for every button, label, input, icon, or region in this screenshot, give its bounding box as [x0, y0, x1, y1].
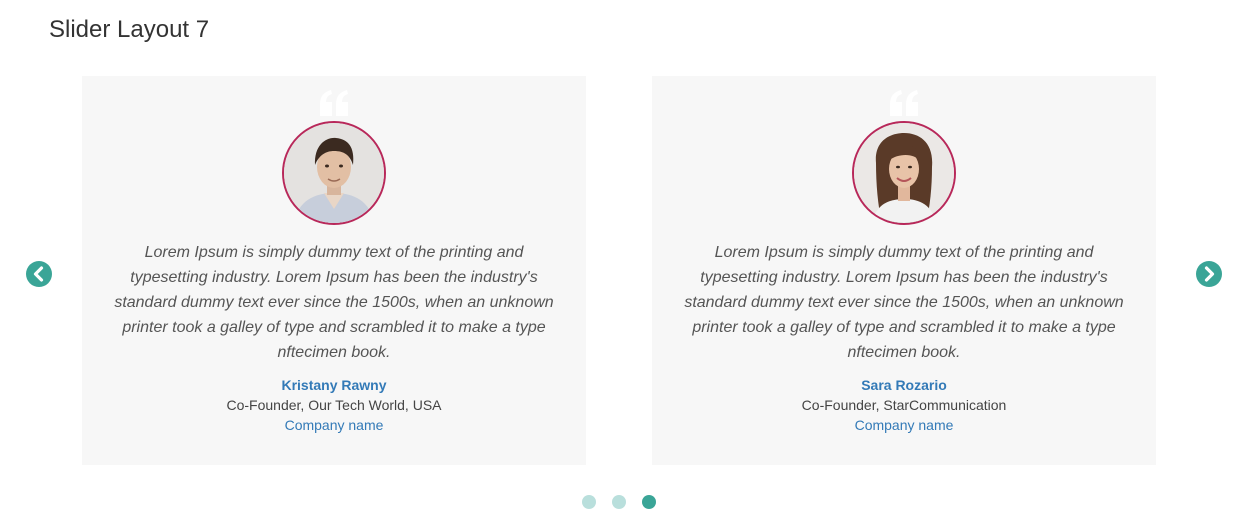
quote-icon [890, 90, 918, 116]
person-role: Co-Founder, StarCommunication [801, 397, 1007, 413]
slider-next-button[interactable] [1196, 261, 1222, 287]
testimonial-card: Lorem Ipsum is simply dummy text of the … [82, 76, 586, 465]
avatar [852, 121, 956, 225]
page: Slider Layout 7 Lorem Ipsum is simply du… [0, 0, 1253, 518]
pagination-dot-3[interactable] [642, 495, 656, 509]
company-link[interactable]: Company name [652, 416, 1156, 434]
testimonial-card: Lorem Ipsum is simply dummy text of the … [652, 76, 1156, 465]
person-name: Kristany Rawny [281, 377, 387, 393]
testimonial-text: Lorem Ipsum is simply dummy text of the … [114, 244, 554, 361]
avatar [282, 121, 386, 225]
quote-icon [320, 90, 348, 116]
page-title: Slider Layout 7 [49, 16, 210, 43]
person-name: Sara Rozario [861, 377, 947, 393]
pagination-dot-1[interactable] [582, 495, 596, 509]
pagination-dot-2[interactable] [612, 495, 626, 509]
company-link[interactable]: Company name [82, 416, 586, 434]
slider-prev-button[interactable] [26, 261, 52, 287]
person-role: Co-Founder, Our Tech World, USA [226, 397, 442, 413]
testimonial-text: Lorem Ipsum is simply dummy text of the … [684, 244, 1124, 361]
chevron-left-circle-icon [26, 261, 52, 287]
man-portrait-avatar [284, 123, 384, 223]
woman-portrait-avatar [854, 123, 954, 223]
chevron-right-circle-icon [1196, 261, 1222, 287]
